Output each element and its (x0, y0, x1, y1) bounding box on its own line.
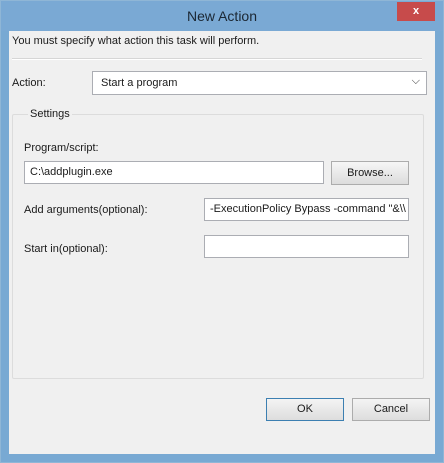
separator (12, 58, 422, 60)
settings-group-title: Settings (28, 108, 72, 120)
program-script-value: C:\addplugin.exe (30, 166, 113, 178)
start-in-input[interactable] (204, 235, 409, 258)
close-icon: x (412, 5, 420, 17)
add-arguments-input[interactable]: -ExecutionPolicy Bypass -command "&\\ (204, 198, 409, 221)
action-select-value: Start a program (101, 77, 178, 89)
dialog-title: New Action (186, 8, 258, 24)
instruction-text: You must specify what action this task w… (12, 35, 260, 47)
add-arguments-value: -ExecutionPolicy Bypass -command "&\\ (210, 203, 406, 215)
add-arguments-label: Add arguments(optional): (24, 204, 148, 216)
ok-button[interactable]: OK (266, 398, 344, 421)
program-script-input[interactable]: C:\addplugin.exe (24, 161, 324, 184)
action-select[interactable]: Start a program ⌵ (92, 71, 427, 95)
browse-button[interactable]: Browse... (331, 161, 409, 185)
start-in-label: Start in(optional): (24, 243, 108, 255)
close-button[interactable]: x (397, 2, 435, 21)
chevron-down-icon: ⌵ (411, 75, 420, 87)
program-script-label: Program/script: (24, 142, 99, 154)
cancel-button[interactable]: Cancel (352, 398, 430, 421)
title-bar[interactable]: New Action x (1, 1, 443, 31)
action-label: Action: (12, 77, 46, 89)
